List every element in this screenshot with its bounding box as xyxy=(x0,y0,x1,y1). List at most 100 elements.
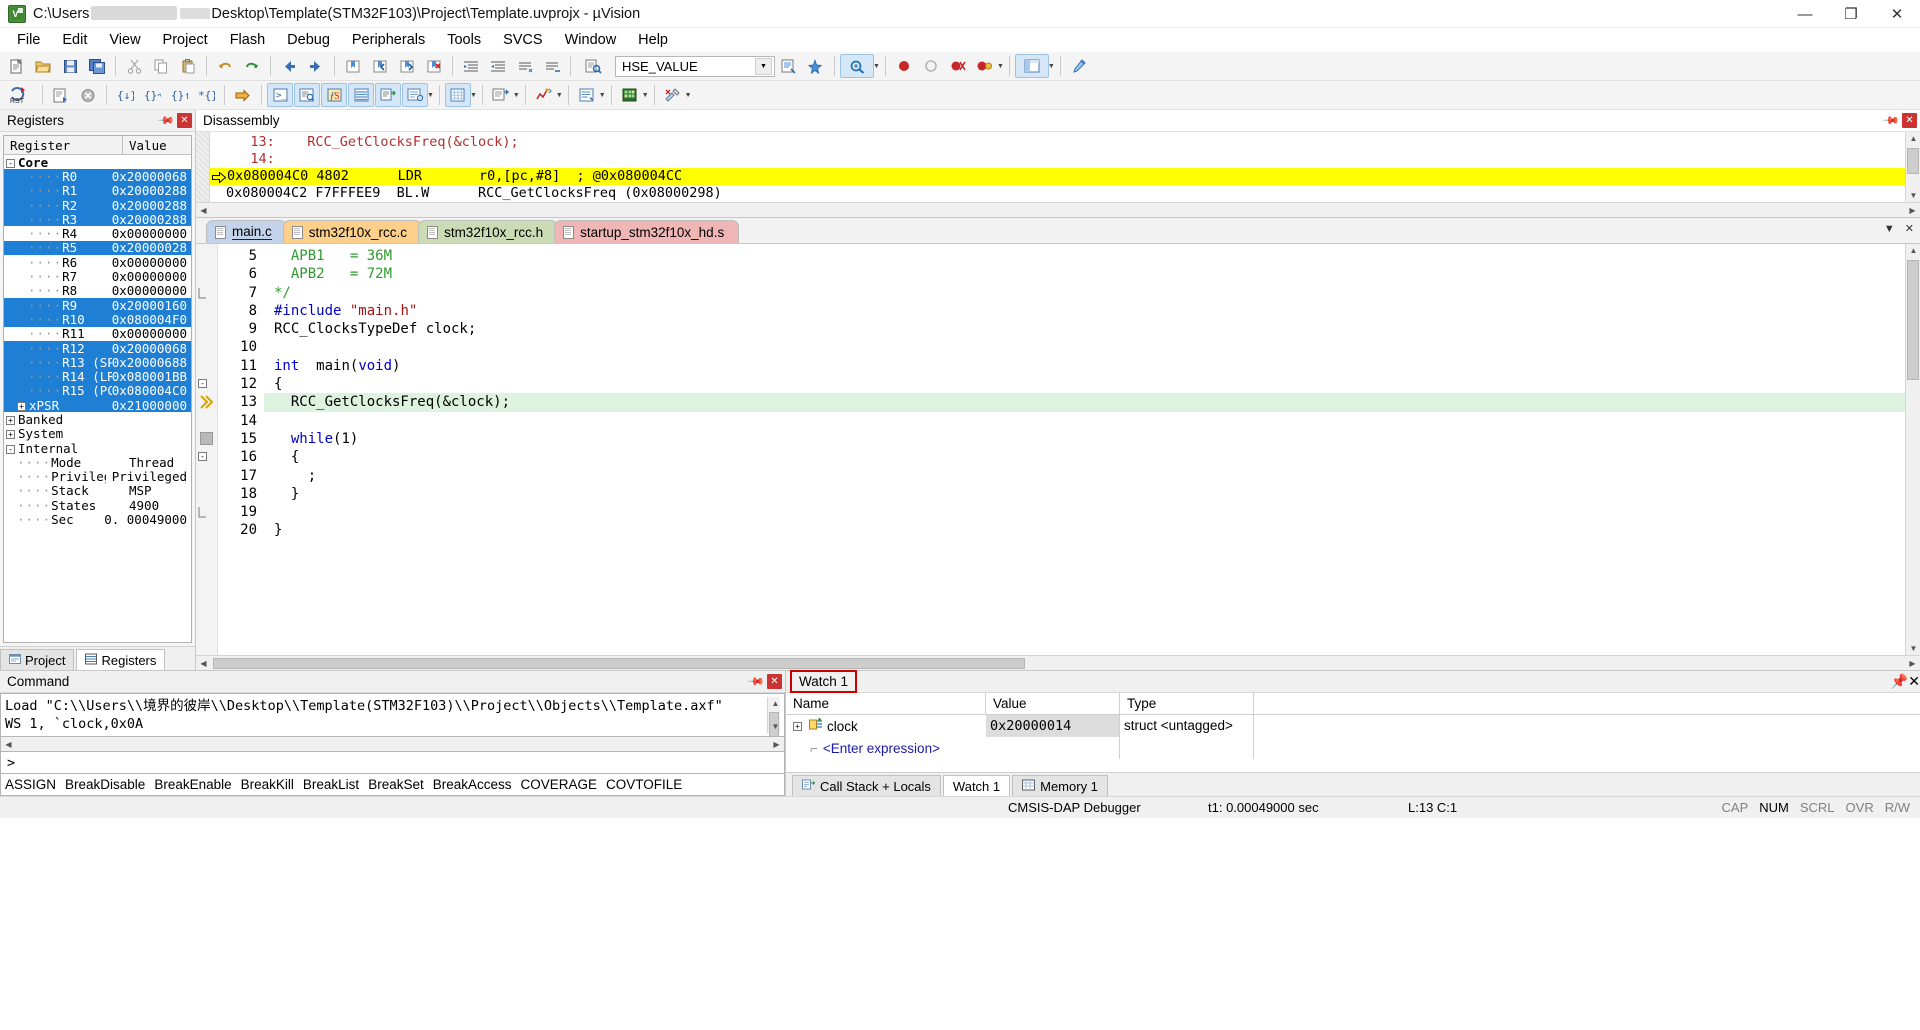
step-icon[interactable]: {↓} xyxy=(112,83,138,107)
memory-dropdown-chevron-icon[interactable]: ▼ xyxy=(470,92,477,99)
register-row-r0[interactable]: ····R0 0x20000068 xyxy=(4,169,191,184)
register-row-states[interactable]: ····States 4900 xyxy=(4,498,191,513)
editor-tab-main-c[interactable]: main.c xyxy=(206,220,287,243)
navigate-back-icon[interactable] xyxy=(276,54,302,78)
command-hscrollbar[interactable]: ◀ ▶ xyxy=(0,737,785,752)
zoom-dropdown-chevron-icon[interactable]: ▼ xyxy=(873,63,880,70)
editor-vscroll-thumb[interactable] xyxy=(1907,260,1919,380)
register-row-r7[interactable]: ····R7 0x00000000 xyxy=(4,269,191,284)
analysis-icon[interactable] xyxy=(531,83,557,107)
register-value[interactable]: 0x20000068 xyxy=(112,169,191,184)
call-stack-icon[interactable] xyxy=(375,83,401,107)
disassembly-line[interactable]: 14: xyxy=(210,151,1905,168)
disassembly-body[interactable]: 13: RCC_GetClocksFreq(&clock); 14: 0x0800… xyxy=(196,132,1920,202)
breakpoint-disable-icon[interactable] xyxy=(918,54,944,78)
register-row-core[interactable]: - Core xyxy=(4,155,191,170)
command-close-icon[interactable]: ✕ xyxy=(767,674,782,689)
expand-icon[interactable]: + xyxy=(17,401,26,411)
minimize-button[interactable]: — xyxy=(1782,0,1828,28)
toolbox-dropdown-chevron-icon[interactable]: ▼ xyxy=(685,92,692,99)
breakpoint-kill-all-icon[interactable] xyxy=(945,54,971,78)
register-row-r1[interactable]: ····R1 0x20000288 xyxy=(4,183,191,198)
command-window-icon[interactable]: >_ xyxy=(267,83,293,107)
bookmark-prev-icon[interactable] xyxy=(367,54,393,78)
register-value[interactable]: 0x20000288 xyxy=(112,198,191,213)
quick-cmd-breakset[interactable]: BreakSet xyxy=(368,777,424,792)
quick-cmd-breakdisable[interactable]: BreakDisable xyxy=(65,777,145,792)
menu-item-edit[interactable]: Edit xyxy=(51,29,98,51)
register-value[interactable]: 0x00000000 xyxy=(112,226,191,241)
bookmark-clear-icon[interactable] xyxy=(421,54,447,78)
register-value[interactable]: 0x20000028 xyxy=(112,240,191,255)
register-row-internal[interactable]: - Internal xyxy=(4,441,191,456)
register-value[interactable]: 0x20000688 xyxy=(112,355,191,370)
collapse-icon[interactable]: - xyxy=(6,158,15,168)
fold-collapse-icon[interactable]: - xyxy=(198,379,207,389)
registers-table[interactable]: Register Value - Core ····R0 0x20000068 ····… xyxy=(3,135,192,643)
browse-symbols-icon[interactable] xyxy=(776,54,802,78)
register-row-r4[interactable]: ····R4 0x00000000 xyxy=(4,226,191,241)
quick-cmd-assign[interactable]: ASSIGN xyxy=(5,777,56,792)
disassembly-window-icon[interactable] xyxy=(294,83,320,107)
editor-code-line[interactable]: APB2 = 72M xyxy=(274,265,1905,283)
register-value[interactable]: 0x20000068 xyxy=(112,341,191,356)
command-vscrollbar[interactable]: ▲ ▼ xyxy=(767,697,780,736)
register-row-xpsr[interactable]: + xPSR 0x21000000 xyxy=(4,398,191,413)
register-row-r12[interactable]: ····R12 0x20000068 xyxy=(4,341,191,356)
register-row-r5[interactable]: ····R5 0x20000028 xyxy=(4,240,191,255)
toolbox-icon[interactable] xyxy=(660,83,686,107)
register-row-mode[interactable]: ····Mode Thread xyxy=(4,455,191,470)
menu-item-project[interactable]: Project xyxy=(152,29,219,51)
editor-breakpoint-gutter[interactable]: -- xyxy=(196,244,218,655)
register-row-r14-lr[interactable]: ····R14 (LR)0x080001BB xyxy=(4,369,191,384)
dock-tab-callstack-locals[interactable]: Call Stack + Locals xyxy=(792,775,941,796)
fold-collapse-icon[interactable]: - xyxy=(198,452,207,462)
quick-cmd-coverage[interactable]: COVERAGE xyxy=(521,777,598,792)
editor-code-line[interactable]: RCC_GetClocksFreq(&clock); xyxy=(264,393,1905,412)
register-row-r13-sp[interactable]: ····R13 (SP)0x20000688 xyxy=(4,355,191,370)
expand-icon[interactable]: + xyxy=(793,721,802,731)
command-pin-icon[interactable]: 📌 xyxy=(747,672,766,691)
register-row-r10[interactable]: ····R10 0x080004F0 xyxy=(4,312,191,327)
register-row-r2[interactable]: ····R2 0x20000288 xyxy=(4,198,191,213)
copy-icon[interactable] xyxy=(148,54,174,78)
uncomment-icon[interactable] xyxy=(539,54,565,78)
chevron-down-icon[interactable]: ▼ xyxy=(755,57,772,75)
quick-cmd-breakaccess[interactable]: BreakAccess xyxy=(433,777,512,792)
register-value[interactable]: 0. 00049000 xyxy=(98,512,191,527)
editor-code-line[interactable] xyxy=(274,503,1905,521)
scroll-down-icon[interactable]: ▼ xyxy=(1906,189,1920,202)
run-icon[interactable] xyxy=(48,83,74,107)
zoom-icon[interactable] xyxy=(840,54,874,78)
trace-dropdown-chevron-icon[interactable]: ▼ xyxy=(599,92,606,99)
editor-code-line[interactable]: int main(void) xyxy=(274,357,1905,375)
dock-tab-memory1[interactable]: Memory 1 xyxy=(1012,775,1108,796)
watch-close-icon[interactable]: ✕ xyxy=(1908,673,1920,690)
watch-row-new-value[interactable] xyxy=(986,737,1120,759)
menu-item-file[interactable]: File xyxy=(6,29,51,51)
editor-code-line[interactable]: RCC_ClocksTypeDef clock; xyxy=(274,320,1905,338)
editor-scroll-left-icon[interactable]: ◀ xyxy=(196,657,211,670)
register-row-r8[interactable]: ····R8 0x00000000 xyxy=(4,283,191,298)
watch-new-expression-placeholder[interactable]: <Enter expression> xyxy=(823,741,940,756)
watch-dropdown-chevron-icon[interactable]: ▼ xyxy=(427,92,434,99)
bookmark-pin-icon[interactable] xyxy=(803,54,829,78)
fold-end-icon[interactable] xyxy=(198,507,207,518)
editor-tab-rcc-h[interactable]: stm32f10x_rcc.h xyxy=(418,220,559,243)
outdent-icon[interactable] xyxy=(485,54,511,78)
expand-icon[interactable]: + xyxy=(6,416,15,425)
disassembly-line[interactable]: 13: RCC_GetClocksFreq(&clock); xyxy=(210,134,1905,151)
register-row-r3[interactable]: ····R3 0x20000288 xyxy=(4,212,191,227)
breakpoint-marker[interactable] xyxy=(200,432,213,445)
register-row-stack[interactable]: ····Stack MSP xyxy=(4,483,191,498)
trace-icon[interactable] xyxy=(574,83,600,107)
close-icon[interactable]: ✕ xyxy=(177,113,192,128)
watch-col-type[interactable]: Type xyxy=(1120,693,1254,714)
editor-scroll-right-icon[interactable]: ▶ xyxy=(1905,657,1920,670)
quick-cmd-covtofile[interactable]: COVTOFILE xyxy=(606,777,682,792)
watch-row-clock[interactable]: + clock 0x20000014 &clock struct <untagg… xyxy=(786,715,1920,756)
watch-col-name[interactable]: Name xyxy=(786,693,986,714)
cmd-scroll-right-icon[interactable]: ▶ xyxy=(769,738,784,751)
watch-row-value[interactable]: 0x20000014 &clock xyxy=(986,715,1120,756)
paste-icon[interactable] xyxy=(175,54,201,78)
